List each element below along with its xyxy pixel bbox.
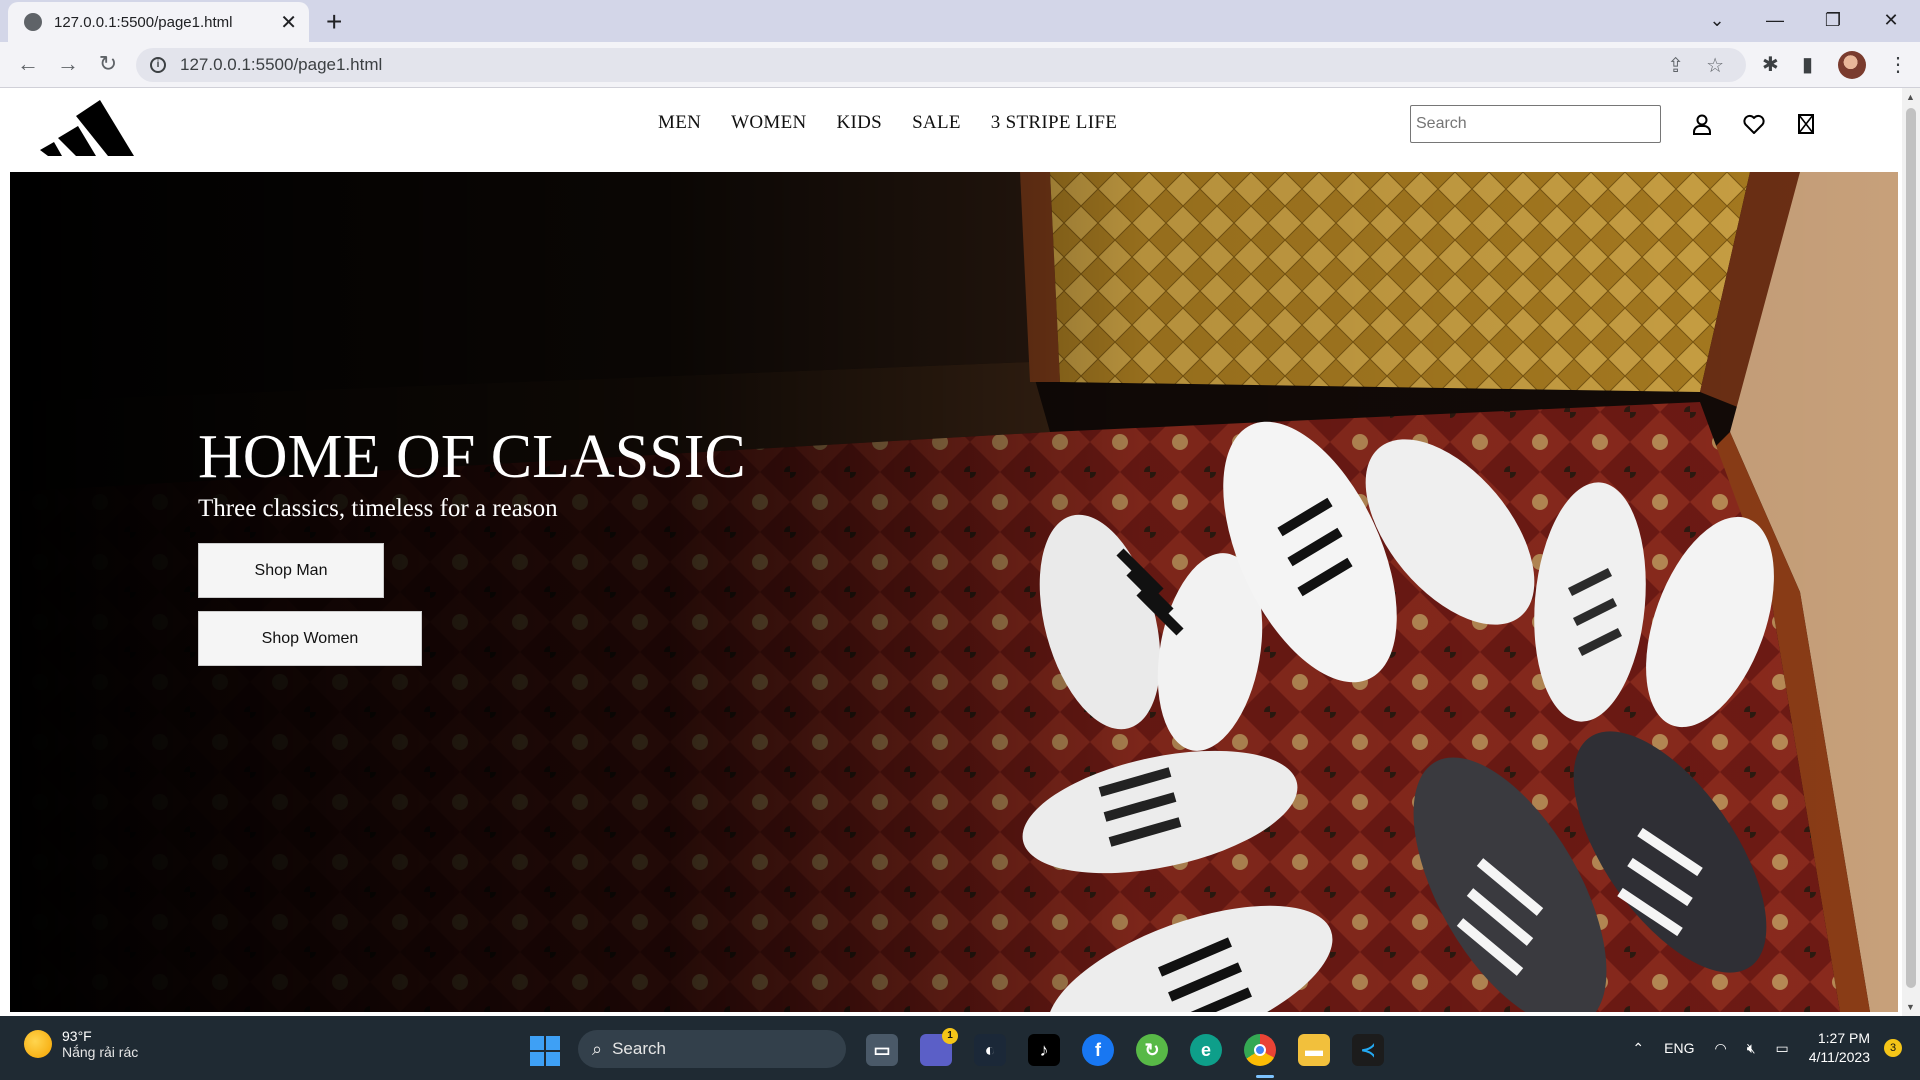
clock-time: 1:27 PM xyxy=(1817,1030,1870,1046)
app-icon[interactable]: ↻ xyxy=(1136,1034,1168,1066)
wifi-icon[interactable]: ◠ xyxy=(1714,1040,1726,1057)
search-icon: ⌕ xyxy=(592,1038,603,1059)
site-info-icon[interactable]: i xyxy=(150,57,166,73)
side-panel-icon[interactable]: ▮ xyxy=(1802,52,1813,77)
vscode-icon[interactable]: ≺ xyxy=(1352,1034,1384,1066)
globe-icon xyxy=(24,13,42,31)
taskbar-search-label: Search xyxy=(612,1039,666,1058)
clock[interactable]: 1:27 PM 4/11/2023 xyxy=(1809,1029,1870,1067)
share-icon[interactable]: ⇪ xyxy=(1667,53,1684,78)
chrome-icon[interactable] xyxy=(1244,1034,1276,1066)
search-input[interactable] xyxy=(1410,105,1661,143)
system-tray: ⌃ ENG ◠ 🔇︎ ▭ 1:27 PM 4/11/2023 3 xyxy=(1632,1016,1920,1080)
taskbar: 93°F Nắng rải rác ⌕ Search ▭ 1 ◐ ♪ f ↻ e… xyxy=(0,1016,1920,1080)
weather-widget[interactable]: 93°F Nắng rải rác xyxy=(24,1028,138,1060)
nav-3-stripe-life[interactable]: 3 STRIPE LIFE xyxy=(991,112,1117,134)
browser-toolbar: ← → ↻ i 127.0.0.1:5500/page1.html ⇪ ☆ ✱ … xyxy=(0,42,1920,88)
page-scrollbar[interactable]: ▲ ▼ xyxy=(1902,88,1920,1016)
hero-title: HOME OF CLASSIC xyxy=(198,423,746,491)
weather-desc: Nắng rải rác xyxy=(62,1044,139,1060)
site-header: MEN WOMEN KIDS SALE 3 STRIPE LIFE xyxy=(0,88,1900,172)
restore-button[interactable]: ❐ xyxy=(1804,10,1862,31)
taskbar-search[interactable]: ⌕ Search xyxy=(578,1030,846,1068)
active-app-indicator xyxy=(1256,1075,1274,1078)
weather-sun-icon xyxy=(24,1030,52,1058)
page-viewport: MEN WOMEN KIDS SALE 3 STRIPE LIFE Search… xyxy=(0,88,1920,1016)
scroll-down-icon[interactable]: ▼ xyxy=(1906,1002,1915,1012)
new-tab-button[interactable]: + xyxy=(326,6,342,38)
bookmark-star-icon[interactable]: ☆ xyxy=(1706,53,1724,78)
forward-button[interactable]: → xyxy=(54,51,82,77)
window-controls: ⌄ — ❐ ✕ xyxy=(1688,0,1920,40)
close-window-button[interactable]: ✕ xyxy=(1862,10,1920,31)
weather-temp: 93°F xyxy=(62,1028,92,1044)
notification-badge[interactable]: 3 xyxy=(1884,1039,1902,1057)
back-button[interactable]: ← xyxy=(14,51,42,77)
hero-subtitle: Three classics, timeless for a reason xyxy=(198,495,558,522)
facebook-icon[interactable]: f xyxy=(1082,1034,1114,1066)
edge-icon[interactable]: e xyxy=(1190,1034,1222,1066)
tab-search-icon[interactable]: ⌄ xyxy=(1688,10,1746,31)
account-icon[interactable] xyxy=(1690,112,1714,136)
hero-content: HOME OF CLASSIC Three classics, timeless… xyxy=(198,422,746,666)
bag-icon[interactable] xyxy=(1794,112,1818,136)
scrollbar-thumb[interactable] xyxy=(1906,108,1916,988)
close-tab-icon[interactable]: ✕ xyxy=(280,10,297,35)
nav-men[interactable]: MEN xyxy=(658,112,701,134)
heart-icon[interactable] xyxy=(1742,112,1766,136)
tiktok-icon[interactable]: ♪ xyxy=(1028,1034,1060,1066)
task-view-icon[interactable]: ▭ xyxy=(866,1034,898,1066)
profile-avatar[interactable] xyxy=(1838,51,1866,79)
browser-tabstrip: 127.0.0.1:5500/page1.html ✕ + ⌄ — ❐ ✕ xyxy=(0,0,1920,42)
volume-muted-icon[interactable]: 🔇︎ xyxy=(1747,1040,1756,1057)
tab-title: 127.0.0.1:5500/page1.html xyxy=(54,13,233,31)
reload-button[interactable]: ↻ xyxy=(94,51,122,77)
chat-icon[interactable]: 1 xyxy=(920,1028,958,1066)
shop-women-button[interactable]: Shop Women xyxy=(198,611,422,666)
language-indicator[interactable]: ENG xyxy=(1664,1040,1694,1056)
url-text: 127.0.0.1:5500/page1.html xyxy=(180,55,383,74)
chat-badge: 1 xyxy=(942,1028,958,1044)
shop-man-button[interactable]: Shop Man xyxy=(198,543,384,598)
extensions-icon[interactable]: ✱ xyxy=(1762,52,1779,77)
hero-banner: HOME OF CLASSIC Three classics, timeless… xyxy=(10,172,1898,1012)
steam-icon[interactable]: ◐ xyxy=(974,1034,1006,1066)
show-hidden-icons-icon[interactable]: ⌃ xyxy=(1632,1040,1644,1057)
file-explorer-icon[interactable]: ▬ xyxy=(1298,1034,1330,1066)
nav-women[interactable]: WOMEN xyxy=(731,112,806,134)
battery-icon[interactable]: ▭ xyxy=(1776,1040,1789,1057)
browser-tab[interactable]: 127.0.0.1:5500/page1.html ✕ xyxy=(8,2,309,42)
browser-menu-icon[interactable]: ⋮ xyxy=(1888,52,1908,77)
adidas-logo[interactable] xyxy=(40,94,136,161)
address-bar[interactable]: i 127.0.0.1:5500/page1.html ⇪ ☆ xyxy=(136,48,1746,82)
scroll-up-icon[interactable]: ▲ xyxy=(1906,92,1915,102)
windows-start-icon[interactable] xyxy=(530,1036,560,1066)
main-nav: MEN WOMEN KIDS SALE 3 STRIPE LIFE xyxy=(658,112,1117,134)
minimize-button[interactable]: — xyxy=(1746,10,1804,31)
nav-kids[interactable]: KIDS xyxy=(837,112,883,134)
clock-date: 4/11/2023 xyxy=(1808,1049,1870,1065)
nav-sale[interactable]: SALE xyxy=(912,112,961,134)
